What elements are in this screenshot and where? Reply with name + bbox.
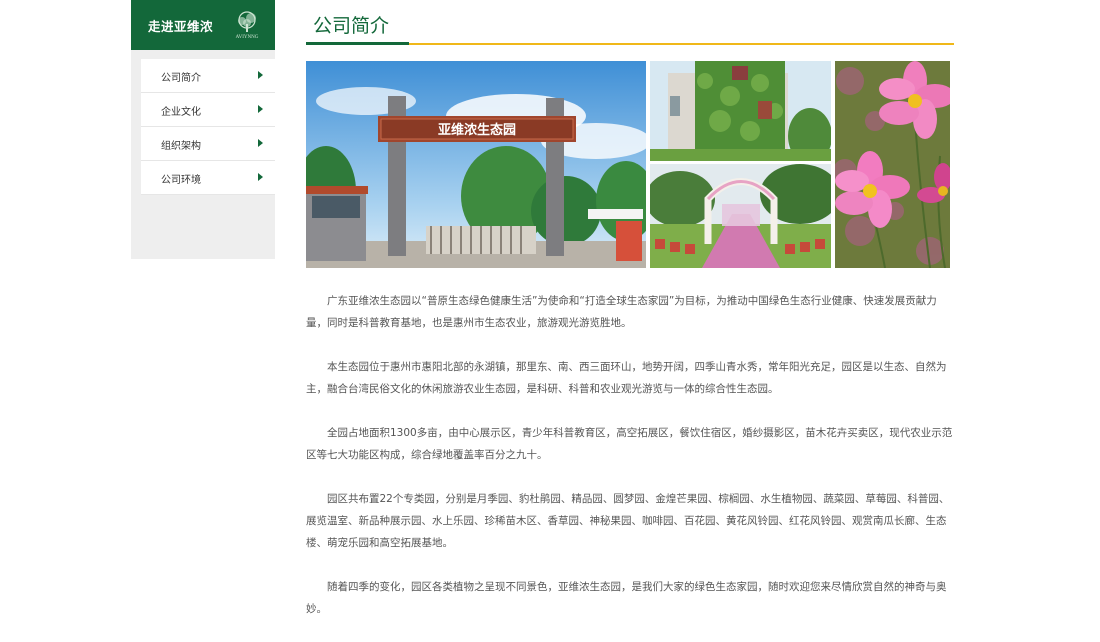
sidebar-header: 走进亚维浓 AVIYNNG [131, 0, 275, 50]
location-paragraph: 本生态园位于惠州市惠阳北部的永湖镇，那里东、南、西三面环山，地势开阔，四季山青水… [306, 361, 947, 395]
sidebar-item-corporate-culture[interactable]: 企业文化 [141, 93, 275, 127]
title-divider-accent [306, 42, 409, 45]
sidebar-item-label: 企业文化 [161, 107, 201, 118]
company-intro-article: 广东亚维浓生态园以“普原生态绿色健康生活”为使命和“打造全球生态家园”为目标，为… [306, 290, 956, 642]
chevron-right-icon [258, 139, 263, 147]
green-wall-building-photo [650, 61, 831, 161]
sidebar-item-environment[interactable]: 公司环境 [141, 161, 275, 195]
park-gate-photo: 亚维浓生态园 [306, 61, 646, 268]
cosmos-flowers-photo [835, 61, 950, 268]
area-paragraph: 全园占地面积1300多亩，由中心展示区，青少年科普教育区，高空拓展区，餐饮住宿区… [306, 427, 953, 461]
wedding-arch-photo [650, 164, 831, 268]
sidebar-item-company-profile[interactable]: 公司简介 [141, 59, 275, 93]
sidebar-menu: 公司简介 企业文化 组织架构 公司环境 [141, 59, 275, 195]
tree-logo-icon: AVIYNNG [236, 11, 259, 40]
gardens-paragraph: 园区共布置22个专类园，分别是月季园、豹杜鹃园、精品园、圆梦园、金煌芒果园、棕榈… [306, 493, 950, 549]
sidebar-title: 走进亚维浓 [148, 19, 214, 34]
sidebar-item-label: 公司环境 [161, 175, 201, 186]
closing-paragraph: 随着四季的变化，园区各类植物之呈现不同景色，亚维浓生态园，是我们大家的绿色生态家… [306, 581, 947, 615]
logo-text: AVIYNNG [236, 35, 259, 40]
sidebar-item-organization[interactable]: 组织架构 [141, 127, 275, 161]
intro-paragraph: 广东亚维浓生态园以“普原生态绿色健康生活”为使命和“打造全球生态家园”为目标，为… [306, 295, 937, 329]
chevron-right-icon [258, 105, 263, 113]
sidebar: 走进亚维浓 AVIYNNG 公司简介 企业文化 组织架构 公司环境 [131, 0, 275, 259]
sidebar-item-label: 公司简介 [161, 73, 201, 84]
chevron-right-icon [258, 71, 263, 79]
page-title: 公司简介 [313, 15, 390, 37]
chevron-right-icon [258, 173, 263, 181]
sidebar-item-label: 组织架构 [161, 141, 201, 152]
gate-sign-text: 亚维浓生态园 [438, 122, 516, 138]
